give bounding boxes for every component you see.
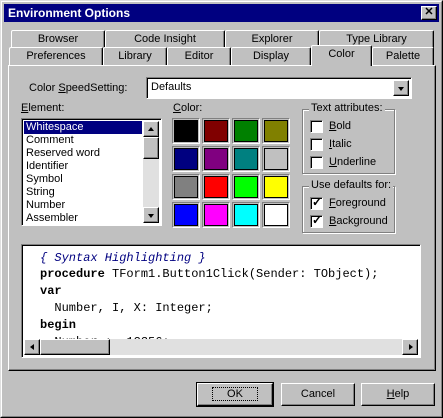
group-title: Use defaults for: (309, 179, 394, 191)
color-swatch[interactable] (262, 118, 290, 144)
combo-dropdown-button[interactable] (393, 80, 409, 96)
italic-label: Italic (329, 138, 352, 150)
swatch-fill (264, 176, 288, 198)
tab-color[interactable]: Color (311, 45, 372, 66)
swatch-fill (234, 204, 258, 226)
swatch-fill (174, 176, 198, 198)
swatch-fill (264, 148, 288, 170)
swatch-fill (204, 120, 228, 142)
color-swatch[interactable] (232, 202, 260, 228)
tab-code-insight[interactable]: Code Insight (105, 30, 225, 48)
scroll-down-button[interactable] (143, 207, 159, 223)
close-icon: ✕ (424, 6, 434, 18)
background-checkbox[interactable] (310, 213, 323, 228)
scroll-right-button[interactable] (402, 339, 418, 355)
text-attributes-group: Text attributes: Bold Italic Underline (302, 102, 395, 174)
element-listbox[interactable]: Whitespace Comment Reserved word Identif… (21, 118, 162, 226)
color-speed-setting-combo[interactable]: Defaults (146, 77, 412, 99)
use-defaults-group: Use defaults for: Foreground Background (302, 179, 395, 233)
color-label: Color: (173, 102, 203, 114)
color-swatch[interactable] (232, 146, 260, 172)
chevron-up-icon (148, 127, 154, 131)
underline-checkbox[interactable] (310, 156, 323, 169)
color-swatch[interactable] (172, 146, 200, 172)
element-list-scrollbar[interactable] (143, 121, 159, 223)
list-item[interactable]: Whitespace (24, 121, 142, 134)
color-swatch[interactable] (202, 174, 230, 200)
color-swatch[interactable] (232, 174, 260, 200)
scroll-left-button[interactable] (24, 339, 40, 355)
tab-display[interactable]: Display (231, 47, 311, 65)
color-tab-panel: Color SpeedSetting: Defaults Element: Wh… (8, 65, 436, 371)
color-swatch[interactable] (172, 174, 200, 200)
list-item[interactable]: Number (24, 199, 142, 212)
color-swatch[interactable] (172, 202, 200, 228)
color-swatch[interactable] (262, 174, 290, 200)
help-button[interactable]: Help (361, 383, 435, 406)
italic-checkbox[interactable] (310, 138, 323, 151)
swatch-fill (174, 148, 198, 170)
window-title: Environment Options (8, 6, 131, 20)
color-swatch[interactable] (202, 202, 230, 228)
tab-library[interactable]: Library (103, 47, 167, 65)
underline-label: Underline (329, 156, 377, 168)
editor-hscrollbar[interactable] (24, 339, 418, 355)
group-title: Text attributes: (309, 102, 385, 114)
color-swatch[interactable] (202, 118, 230, 144)
list-item[interactable]: Reserved word (24, 147, 142, 160)
swatch-fill (264, 204, 288, 226)
tab-explorer[interactable]: Explorer (225, 30, 319, 48)
list-item[interactable]: Identifier (24, 160, 142, 173)
swatch-fill (174, 120, 198, 142)
tab-browser[interactable]: Browser (11, 30, 105, 48)
close-button[interactable]: ✕ (421, 6, 437, 20)
swatch-fill (264, 120, 288, 142)
swatch-fill (204, 148, 228, 170)
color-swatch[interactable] (202, 146, 230, 172)
chevron-down-icon (148, 214, 154, 218)
color-swatch[interactable] (232, 118, 260, 144)
code-line: procedure TForm1.Button1Click(Sender: TO… (40, 267, 379, 281)
list-item[interactable]: Assembler (24, 212, 142, 225)
background-label: Background (329, 215, 388, 227)
title-bar: Environment Options ✕ (4, 4, 439, 22)
foreground-label: Foreground (329, 197, 386, 209)
code-line: begin (40, 318, 77, 332)
bold-checkbox[interactable] (310, 120, 323, 133)
foreground-checkbox[interactable] (310, 195, 323, 210)
chevron-down-icon (398, 87, 404, 91)
color-swatch[interactable] (172, 118, 200, 144)
color-speed-setting-label: Color SpeedSetting: (29, 82, 128, 94)
combo-value: Defaults (151, 81, 192, 93)
cancel-button[interactable]: Cancel (281, 383, 355, 406)
swatch-fill (204, 204, 228, 226)
ok-button[interactable]: OK (196, 382, 274, 407)
swatch-fill (204, 176, 228, 198)
color-swatch[interactable] (262, 146, 290, 172)
code-comment-line: { Syntax Highlighting } (40, 251, 206, 265)
environment-options-dialog: Environment Options ✕ Browser Code Insig… (0, 0, 443, 418)
list-item[interactable]: Comment (24, 134, 142, 147)
chevron-left-icon (30, 344, 34, 350)
code-line: Number, I, X: Integer; (40, 301, 213, 315)
color-swatch[interactable] (262, 202, 290, 228)
hscroll-thumb[interactable] (40, 339, 110, 355)
code-line: var (40, 284, 62, 298)
swatch-fill (234, 176, 258, 198)
list-item[interactable]: String (24, 186, 142, 199)
swatch-fill (234, 148, 258, 170)
chevron-right-icon (409, 344, 413, 350)
element-label: Element: (21, 102, 65, 114)
swatch-fill (174, 204, 198, 226)
tab-palette[interactable]: Palette (372, 47, 434, 65)
tab-preferences[interactable]: Preferences (9, 47, 103, 65)
bold-label: Bold (329, 120, 352, 132)
tab-editor[interactable]: Editor (167, 47, 231, 65)
scroll-up-button[interactable] (143, 121, 159, 137)
swatch-fill (234, 120, 258, 142)
scroll-thumb[interactable] (143, 137, 159, 159)
syntax-preview-editor[interactable]: { Syntax Highlighting } procedure TForm1… (21, 244, 421, 358)
list-item[interactable]: Symbol (24, 173, 142, 186)
